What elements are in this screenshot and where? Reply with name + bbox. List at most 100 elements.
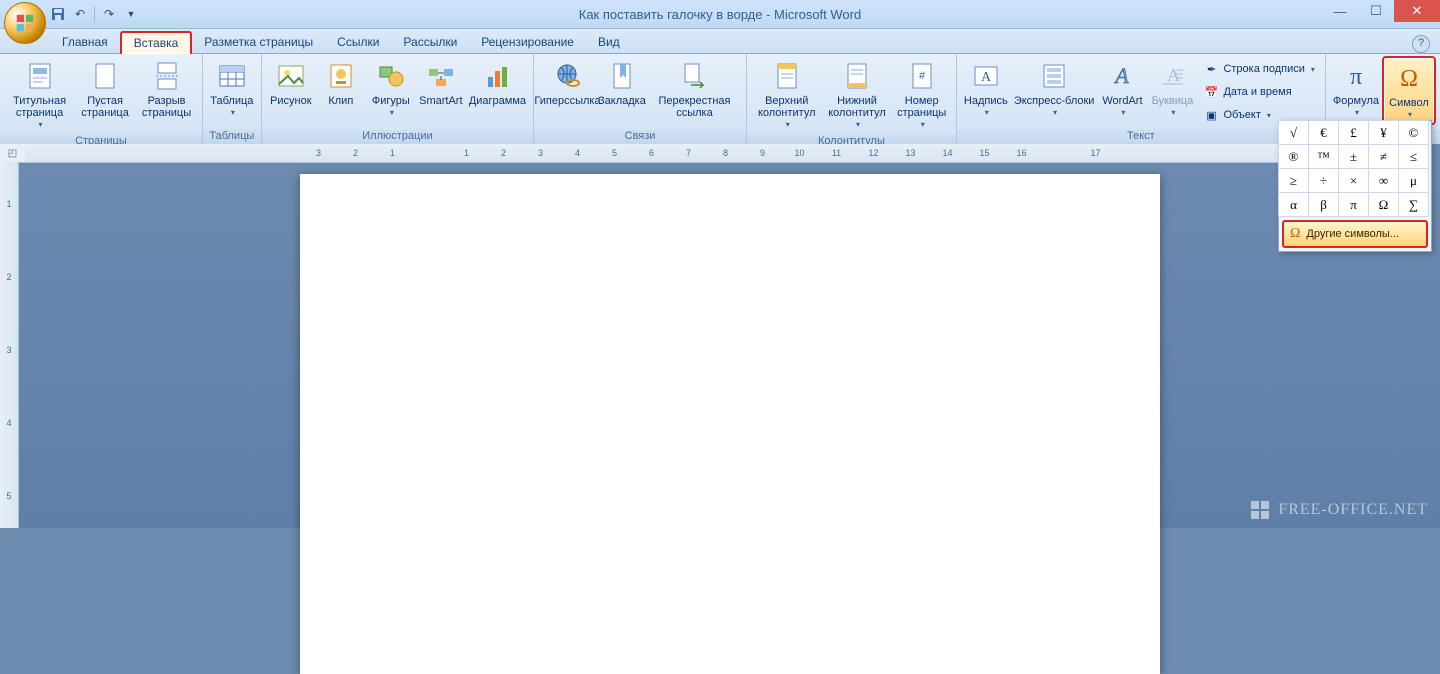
ribbon: Титульная страница▾ Пустая страница Разр… [0, 54, 1440, 147]
symbol-cell[interactable]: £ [1338, 120, 1369, 145]
tab-view[interactable]: Вид [586, 32, 632, 53]
save-icon[interactable] [50, 6, 66, 22]
svg-text:Ω: Ω [1400, 66, 1418, 92]
date-time-button[interactable]: 📅Дата и время [1201, 81, 1316, 103]
tab-mailings[interactable]: Рассылки [391, 32, 469, 53]
header-button[interactable]: Верхний колонтитул▾ [751, 56, 822, 133]
document-page[interactable] [300, 174, 1160, 674]
ruler-vertical[interactable]: 12345 [0, 162, 19, 528]
ruler-tick: 13 [892, 148, 929, 158]
clipart-button[interactable]: Клип [316, 56, 366, 109]
equation-icon: π [1340, 60, 1372, 92]
blank-page-button[interactable]: Пустая страница [75, 56, 135, 121]
more-symbols-button[interactable]: Ω Другие символы... [1282, 220, 1428, 248]
quickparts-button[interactable]: Экспресс-блоки▾ [1011, 56, 1098, 121]
table-button[interactable]: Таблица▾ [207, 56, 257, 121]
group-tables: Таблица▾ Таблицы [203, 54, 262, 146]
close-button[interactable]: ✕ [1394, 0, 1440, 22]
tab-home[interactable]: Главная [50, 32, 120, 53]
symbol-cell[interactable]: μ [1398, 168, 1429, 193]
quick-access-toolbar: ↶ ↷ ▼ [50, 6, 139, 22]
equation-button[interactable]: π Формула▾ [1330, 56, 1382, 121]
tab-page-layout[interactable]: Разметка страницы [192, 32, 325, 53]
bookmark-button[interactable]: Закладка [597, 56, 647, 109]
tab-references[interactable]: Ссылки [325, 32, 391, 53]
ruler-tick: 16 [1003, 148, 1040, 158]
picture-button[interactable]: Рисунок [266, 56, 316, 109]
svg-text:A: A [1114, 63, 1130, 88]
ruler-tick: 3 [300, 148, 337, 158]
symbol-button[interactable]: Ω Символ▾ [1382, 56, 1436, 125]
signature-line-button[interactable]: ✒Строка подписи▾ [1201, 58, 1316, 80]
tab-insert[interactable]: Вставка [120, 31, 193, 54]
group-links: Гиперссылка Закладка Перекрестная ссылка… [534, 54, 747, 146]
smartart-icon [425, 60, 457, 92]
shapes-button[interactable]: Фигуры▾ [366, 56, 416, 121]
wordart-button[interactable]: A WordArt▾ [1097, 56, 1147, 121]
ruler-tick: 2 [337, 148, 374, 158]
symbol-cell[interactable]: ± [1338, 144, 1369, 169]
symbol-cell[interactable]: α [1278, 192, 1309, 217]
textbox-icon: A [970, 60, 1002, 92]
help-icon[interactable]: ? [1412, 35, 1430, 53]
group-pages: Титульная страница▾ Пустая страница Разр… [0, 54, 203, 146]
page-number-button[interactable]: # Номер страницы▾ [892, 56, 952, 133]
undo-icon[interactable]: ↶ [72, 6, 88, 22]
symbol-cell[interactable]: ∑ [1398, 192, 1429, 217]
ruler-tick: 2 [6, 272, 11, 309]
tab-review[interactable]: Рецензирование [469, 32, 586, 53]
symbol-cell[interactable]: Ω [1368, 192, 1399, 217]
object-icon: ▣ [1203, 107, 1219, 123]
symbol-cell[interactable]: ® [1278, 144, 1309, 169]
smartart-button[interactable]: SmartArt [416, 56, 466, 109]
document-area: ◰ 3211234567891011121314151617 12345 FRE… [0, 144, 1440, 528]
ruler-tick: 8 [707, 148, 744, 158]
ribbon-tabs: Главная Вставка Разметка страницы Ссылки… [0, 29, 1440, 54]
symbol-cell[interactable]: € [1308, 120, 1339, 145]
ruler-tick: 14 [929, 148, 966, 158]
omega-icon: Ω [1290, 226, 1300, 242]
office-button[interactable] [4, 2, 46, 44]
symbol-icon: Ω [1393, 62, 1425, 94]
watermark: FREE-OFFICE.NET [1250, 500, 1428, 520]
symbol-cell[interactable]: π [1338, 192, 1369, 217]
ruler-corner[interactable]: ◰ [0, 144, 26, 163]
signature-icon: ✒ [1203, 61, 1219, 77]
bookmark-icon [606, 60, 638, 92]
cover-page-button[interactable]: Титульная страница▾ [4, 56, 75, 133]
ruler-tick: 12 [855, 148, 892, 158]
page-break-button[interactable]: Разрыв страницы [135, 56, 198, 121]
crossref-button[interactable]: Перекрестная ссылка [647, 56, 742, 121]
shapes-icon [375, 60, 407, 92]
symbol-cell[interactable]: ≥ [1278, 168, 1309, 193]
hyperlink-button[interactable]: Гиперссылка [538, 56, 597, 109]
footer-button[interactable]: Нижний колонтитул▾ [822, 56, 891, 133]
ruler-tick: 1 [448, 148, 485, 158]
qat-more-icon[interactable]: ▼ [123, 6, 139, 22]
chart-button[interactable]: Диаграмма [466, 56, 529, 109]
symbol-dropdown: √€£¥©®™±≠≤≥÷×∞μαβπΩ∑ Ω Другие символы... [1278, 120, 1432, 252]
symbol-cell[interactable]: × [1338, 168, 1369, 193]
dropcap-button[interactable]: A Буквица▾ [1147, 56, 1197, 121]
symbol-cell[interactable]: ™ [1308, 144, 1339, 169]
textbox-button[interactable]: A Надпись▾ [961, 56, 1011, 121]
symbol-cell[interactable]: © [1398, 120, 1429, 145]
ruler-tick: 15 [966, 148, 1003, 158]
dropcap-icon: A [1156, 60, 1188, 92]
symbol-cell[interactable]: β [1308, 192, 1339, 217]
symbol-cell[interactable]: ≤ [1398, 144, 1429, 169]
symbol-cell[interactable]: ÷ [1308, 168, 1339, 193]
ruler-tick: 1 [374, 148, 411, 158]
footer-icon [841, 60, 873, 92]
maximize-button[interactable]: ☐ [1358, 0, 1394, 22]
ruler-tick: 3 [522, 148, 559, 158]
symbol-cell[interactable]: √ [1278, 120, 1309, 145]
redo-icon[interactable]: ↷ [101, 6, 117, 22]
symbol-cell[interactable]: ∞ [1368, 168, 1399, 193]
minimize-button[interactable]: — [1322, 0, 1358, 22]
ruler-horizontal[interactable]: 3211234567891011121314151617 [25, 144, 1422, 163]
ruler-tick: 10 [781, 148, 818, 158]
symbol-cell[interactable]: ≠ [1368, 144, 1399, 169]
header-icon [771, 60, 803, 92]
symbol-cell[interactable]: ¥ [1368, 120, 1399, 145]
